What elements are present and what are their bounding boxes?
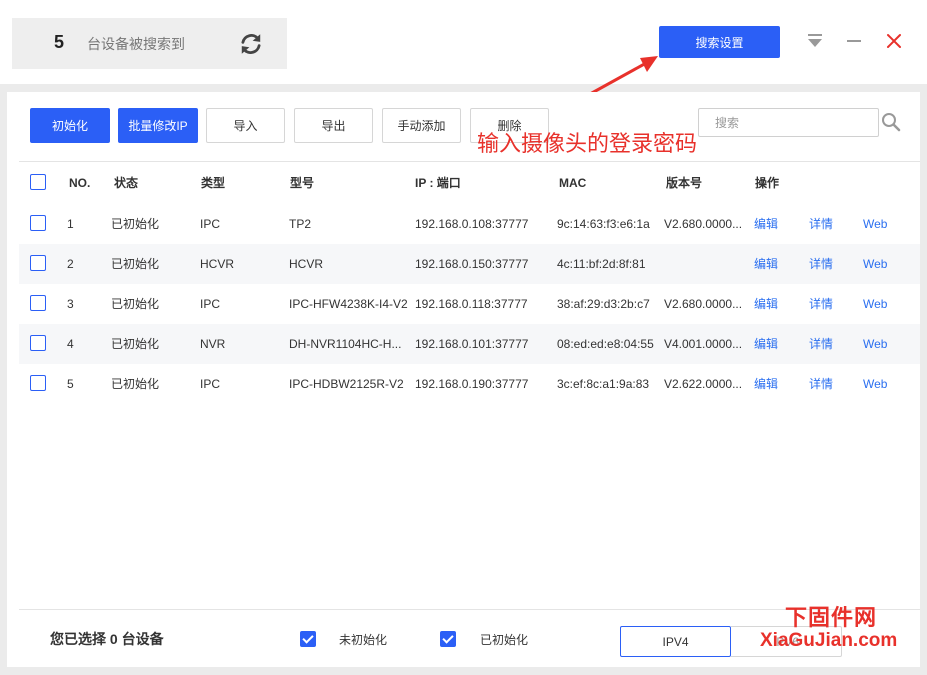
import-button[interactable]: 导入: [206, 108, 285, 143]
row-model: TP2: [289, 217, 312, 231]
row-model: DH-NVR1104HC-H...: [289, 337, 402, 351]
init-button[interactable]: 初始化: [30, 108, 110, 143]
row-ip-port: 192.168.0.108:37777: [415, 217, 529, 231]
row-checkbox[interactable]: [30, 295, 46, 311]
close-icon[interactable]: [883, 30, 905, 52]
web-link[interactable]: Web: [863, 244, 887, 284]
initialized-filter-label: 已初始化: [480, 633, 529, 647]
table-row[interactable]: 5 已初始化 IPC IPC-HDBW2125R-V2 192.168.0.19…: [19, 364, 920, 404]
ipv4-tab[interactable]: IPV4: [620, 626, 731, 657]
row-status: 已初始化: [111, 337, 160, 351]
table-row[interactable]: 3 已初始化 IPC IPC-HFW4238K-I4-V2 192.168.0.…: [19, 284, 920, 324]
search-input[interactable]: [699, 109, 878, 136]
row-status: 已初始化: [111, 377, 160, 391]
row-ip-port: 192.168.0.190:37777: [415, 377, 529, 391]
row-checkbox[interactable]: [30, 335, 46, 351]
batch-modify-ip-button[interactable]: 批量修改IP: [118, 108, 198, 143]
web-link[interactable]: Web: [863, 284, 887, 324]
row-no: 1: [67, 217, 74, 231]
detail-link[interactable]: 详情: [809, 284, 833, 324]
table-row[interactable]: 2 已初始化 HCVR HCVR 192.168.0.150:37777 4c:…: [19, 244, 920, 284]
row-mac: 4c:11:bf:2d:8f:81: [557, 257, 646, 271]
device-count-label: 台设备被搜索到: [87, 36, 185, 52]
uninitialized-filter-label: 未初始化: [339, 633, 388, 647]
search-icon[interactable]: [880, 111, 902, 133]
row-status: 已初始化: [111, 257, 160, 271]
web-link[interactable]: Web: [863, 364, 887, 404]
detail-link[interactable]: 详情: [809, 364, 833, 404]
row-model: IPC-HDBW2125R-V2: [289, 377, 404, 391]
edit-link[interactable]: 编辑: [754, 324, 778, 364]
row-no: 4: [67, 337, 74, 351]
refresh-icon[interactable]: [238, 31, 264, 57]
table-header: NO. 状态 类型 型号 IP : 端口 MAC 版本号 操作: [19, 162, 920, 204]
row-mac: 3c:ef:8c:a1:9a:83: [557, 377, 650, 391]
search-settings-button[interactable]: 搜索设置: [659, 26, 780, 58]
row-version: V2.622.0000...: [664, 377, 743, 391]
device-panel: 初始化 批量修改IP 导入 导出 手动添加 删除 输入摄像头的登录密码 NO. …: [7, 92, 920, 667]
row-mac: 9c:14:63:f3:e6:1a: [557, 217, 650, 231]
edit-link[interactable]: 编辑: [754, 364, 778, 404]
watermark-cn-text: 下固件网: [785, 605, 878, 630]
row-checkbox[interactable]: [30, 375, 46, 391]
manual-add-button[interactable]: 手动添加: [382, 108, 461, 143]
detail-link[interactable]: 详情: [809, 204, 833, 244]
uninitialized-filter-checkbox[interactable]: [300, 631, 316, 647]
device-table: NO. 状态 类型 型号 IP : 端口 MAC 版本号 操作 1 已初始化 I…: [19, 161, 920, 609]
column-header-ip-port: IP : 端口: [415, 176, 461, 190]
table-row[interactable]: 1 已初始化 IPC TP2 192.168.0.108:37777 9c:14…: [19, 204, 920, 244]
row-version: V4.001.0000...: [664, 337, 743, 351]
table-row[interactable]: 4 已初始化 NVR DH-NVR1104HC-H... 192.168.0.1…: [19, 324, 920, 364]
row-mac: 38:af:29:d3:2b:c7: [557, 297, 650, 311]
edit-link[interactable]: 编辑: [754, 244, 778, 284]
web-link[interactable]: Web: [863, 204, 887, 244]
row-version: V2.680.0000...: [664, 217, 743, 231]
column-header-mac: MAC: [559, 176, 587, 190]
row-ip-port: 192.168.0.118:37777: [415, 297, 528, 311]
column-header-version: 版本号: [666, 176, 703, 190]
row-no: 5: [67, 377, 74, 391]
watermark-en-text: XiaGuJian.com: [760, 630, 898, 651]
site-watermark: 下固件网 XiaGuJian.com: [758, 600, 918, 660]
row-no: 3: [67, 297, 74, 311]
search-box: [698, 108, 879, 137]
row-checkbox[interactable]: [30, 255, 46, 271]
edit-link[interactable]: 编辑: [754, 284, 778, 324]
detail-link[interactable]: 详情: [809, 324, 833, 364]
minimize-icon[interactable]: [843, 30, 865, 52]
row-status: 已初始化: [111, 217, 160, 231]
web-link[interactable]: Web: [863, 324, 887, 364]
column-header-type: 类型: [201, 176, 226, 190]
top-bar: 5 台设备被搜索到 搜索设置: [0, 0, 927, 84]
column-header-actions: 操作: [755, 176, 780, 190]
row-ip-port: 192.168.0.150:37777: [415, 257, 529, 271]
edit-link[interactable]: 编辑: [754, 204, 778, 244]
row-model: HCVR: [289, 257, 324, 271]
column-header-status: 状态: [114, 176, 139, 190]
annotation-text: 输入摄像头的登录密码: [477, 131, 698, 156]
row-type: IPC: [200, 297, 221, 311]
select-all-checkbox[interactable]: [30, 174, 46, 190]
row-checkbox[interactable]: [30, 215, 46, 231]
detail-link[interactable]: 详情: [809, 244, 833, 284]
row-version: V2.680.0000...: [664, 297, 743, 311]
row-no: 2: [67, 257, 74, 271]
dropdown-menu-icon[interactable]: [804, 30, 826, 52]
row-ip-port: 192.168.0.101:37777: [415, 337, 529, 351]
device-count: 5: [54, 32, 65, 52]
row-type: HCVR: [200, 257, 235, 271]
row-type: IPC: [200, 217, 221, 231]
row-type: NVR: [200, 337, 226, 351]
column-header-model: 型号: [290, 176, 315, 190]
initialized-filter-checkbox[interactable]: [440, 631, 456, 647]
row-model: IPC-HFW4238K-I4-V2: [289, 297, 408, 311]
export-button[interactable]: 导出: [294, 108, 373, 143]
row-type: IPC: [200, 377, 221, 391]
device-count-box: 5 台设备被搜索到: [12, 18, 287, 69]
column-header-no: NO.: [69, 176, 91, 190]
row-status: 已初始化: [111, 297, 160, 311]
row-mac: 08:ed:ed:e8:04:55: [557, 337, 654, 351]
selected-count-text: 您已选择 0 台设备: [50, 631, 164, 647]
